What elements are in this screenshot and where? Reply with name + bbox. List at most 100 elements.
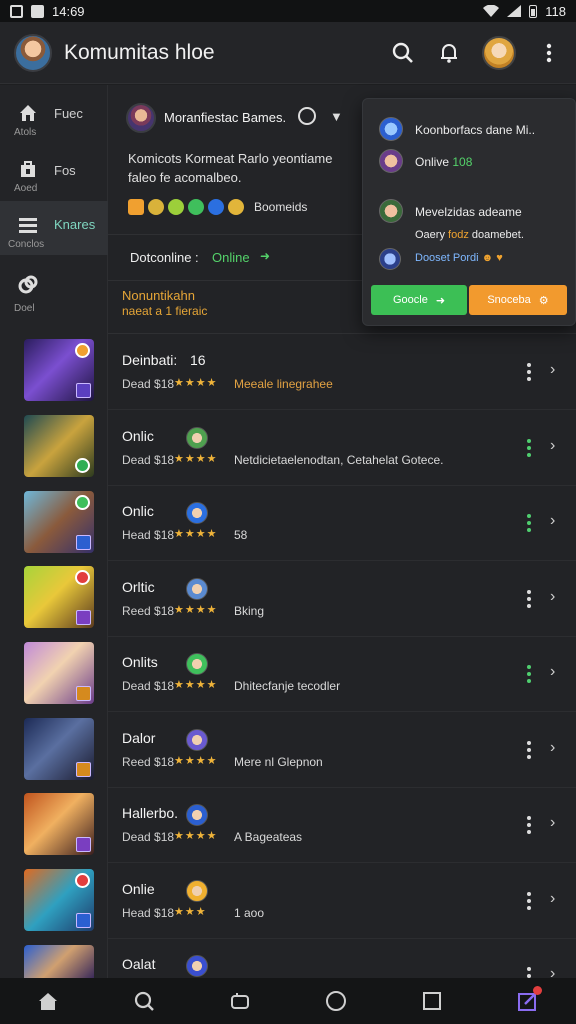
chevron-right-icon: ➜ [260,249,271,263]
nav-search-button[interactable] [132,989,156,1013]
chevron-down-icon[interactable]: ▼ [330,109,343,124]
game-tagline: 58 [234,528,248,542]
rating-stars: ★★★★ [174,754,218,767]
sidebar-item-channels[interactable]: Knares Conclos [0,201,108,255]
sidebar-item-sub: Aoed [14,183,38,194]
popover-orange-button[interactable]: Snoceba ⚙ [469,285,567,315]
sidebar-item-store[interactable]: Fos Aoed [0,149,108,201]
chevron-right-icon[interactable]: › [550,361,555,379]
game-list-item[interactable]: Onlic Head $18 ★★★★ 58 › [108,486,576,561]
game-thumbnail[interactable] [24,869,94,931]
member-avatar[interactable] [186,426,208,449]
member-avatar[interactable] [186,577,208,600]
member-avatar [379,199,403,223]
popover-item[interactable]: Mevelzidas adeame [363,197,576,225]
popover-item-text: Koonborfacs dane Mi.. [415,123,536,137]
popover-item[interactable]: Koonborfacs dane Mi.. [363,115,576,143]
rating-stars: ★★★ [174,905,207,918]
more-vertical-icon[interactable] [526,514,532,532]
rating-stars: ★★★★ [174,377,218,389]
chevron-right-icon[interactable]: › [550,437,555,455]
game-list-item[interactable]: Onlie Head $18 ★★★ 1 aoo › [108,864,576,939]
badge-icon [148,199,164,215]
notification-icon [10,4,23,18]
app-title: Komumitas hloe [64,40,215,64]
game-tagline: A Bageateas [234,830,303,844]
member-avatar[interactable] [186,879,208,902]
game-thumbnail[interactable] [24,642,94,704]
user-avatar[interactable] [482,35,516,70]
chevron-right-icon[interactable]: › [550,512,555,530]
rating-stars: ★★★★ [174,452,218,465]
game-list-item[interactable]: Onlic Dead $18 ★★★★ Netdicietaelenodtan, Ce… [108,411,576,486]
popover-item-text: Onlive 108 [415,155,473,169]
more-vertical-icon[interactable] [526,438,532,457]
game-tagline: Meeale linegrahee [234,377,333,391]
more-vertical-icon[interactable] [526,665,532,683]
nav-home-button[interactable] [36,989,60,1013]
nav-compose-button[interactable] [516,986,542,1013]
sidebar-item-label: Fuec [54,106,83,121]
member-avatar[interactable] [186,728,208,751]
chevron-right-icon[interactable]: › [550,890,555,908]
member-avatar[interactable] [186,502,208,524]
game-title: Onlits [122,654,158,670]
member-avatar [379,117,403,141]
game-thumbnail[interactable] [24,415,94,477]
popover-item[interactable]: Dooset Pordi ☻ ♥ [363,247,576,271]
overflow-menu-button[interactable] [536,40,562,66]
game-thumbnail[interactable] [24,491,94,553]
game-list-item[interactable]: Dalor Reed $18 ★★★★ Mere nl Glepnon › [108,713,576,788]
owner-name: Moranfiestac Bames. [164,110,287,125]
game-price: Reed $18 [122,603,175,618]
chevron-right-icon[interactable]: › [550,588,555,606]
notification-dot [533,986,542,995]
list-icon [19,218,37,233]
game-thumbnail[interactable] [24,566,94,628]
game-tagline: Bking [234,603,265,618]
notice-subtitle: naeat a 1 fieraic [122,304,208,318]
owner-avatar[interactable] [126,103,156,133]
more-vertical-icon[interactable] [526,891,532,910]
game-list-item[interactable]: Onlits Dead $18 ★★★★ Dhitecfanje tecodler › [108,637,576,712]
member-avatar[interactable] [186,804,208,826]
chevron-right-icon[interactable]: › [550,663,555,681]
more-vertical-icon [546,43,552,62]
game-list-item[interactable]: Deinbati: 16 Dead $18 ★★★★ Meeale linegrahee… [108,335,576,410]
nav-square-button[interactable] [420,989,444,1013]
sidebar-item-label: Fos [54,163,76,178]
game-thumbnail[interactable] [24,945,94,978]
chevron-right-icon: ➜ [435,294,446,307]
more-vertical-icon[interactable] [526,740,532,759]
more-vertical-icon[interactable] [526,816,532,834]
game-thumbnail[interactable] [24,793,94,855]
popover-green-button[interactable]: Goocle ➜ [371,285,467,315]
clock-icon[interactable] [298,107,316,125]
sidebar-item-label: Knares [54,217,96,232]
more-vertical-icon[interactable] [526,363,532,381]
notifications-button[interactable] [436,40,462,66]
community-avatar[interactable] [14,33,52,72]
community-description: Komicots Kormeat Rarlo yeontiame faleo f… [128,151,333,185]
bell-icon [441,43,457,63]
sidebar-item-links[interactable]: Doel [0,263,108,323]
game-title: Onlic [122,427,154,444]
more-vertical-icon[interactable] [526,589,532,608]
game-tagline: Netdicietaelenodtan, Cetahelat Gotece. [234,452,444,467]
chevron-right-icon[interactable]: › [550,814,555,832]
sidebar-item-home[interactable]: Fuec Atols [0,93,108,149]
rating-stars: ★★★★ [174,528,218,540]
game-thumbnail[interactable] [24,718,94,780]
nav-circle-button[interactable] [324,989,348,1013]
chevron-right-icon[interactable]: › [550,739,555,757]
nav-game-button[interactable] [228,989,252,1013]
game-list-item[interactable]: Orltic Reed $18 ★★★★ Bking › [108,562,576,637]
status-time: 14:69 [52,3,85,19]
settings-icon: ⚙ [538,294,549,307]
member-avatar[interactable] [186,653,208,675]
popover-item[interactable]: Onlive 108 [363,147,576,175]
game-list-item[interactable]: Hallerbo. Dead $18 ★★★★ A Bageateas › [108,788,576,863]
game-thumbnail[interactable] [24,339,94,401]
search-button[interactable] [390,40,416,66]
member-avatar[interactable] [186,955,208,977]
